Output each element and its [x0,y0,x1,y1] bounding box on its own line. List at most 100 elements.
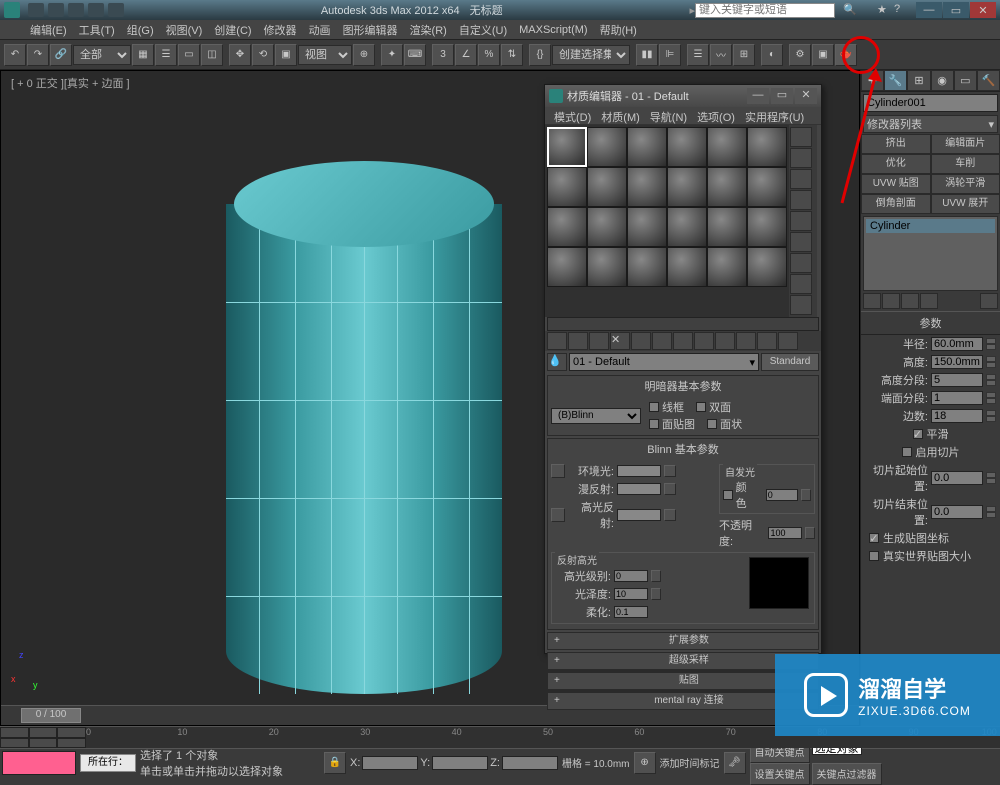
go-parent-button[interactable] [757,332,777,350]
reset-map-button[interactable]: ✕ [610,332,630,350]
menu-create[interactable]: 创建(C) [208,22,257,38]
key-mode-button[interactable]: 🗝 [724,752,746,774]
select-by-mat-button[interactable] [790,274,812,294]
coord-z-input[interactable] [502,756,558,770]
mat-slot[interactable] [667,247,707,287]
mat-slot[interactable] [547,167,587,207]
background-button[interactable] [790,169,812,189]
lock-selection-button[interactable]: 🔒 [324,752,346,774]
menu-help[interactable]: 帮助(H) [594,22,643,38]
rollout-blinn-title[interactable]: Blinn 基本参数 [548,439,818,459]
facemap-checkbox[interactable] [649,419,659,429]
mat-slot[interactable] [707,127,747,167]
remove-modifier-button[interactable] [920,293,938,309]
mat-max-button[interactable]: ▭ [771,88,793,104]
tab-modify[interactable]: 🔧 [884,70,907,91]
tab-hierarchy[interactable]: ⊞ [907,70,930,91]
window-crossing-button[interactable]: ◫ [201,44,223,66]
help-icon[interactable]: ? [894,3,908,17]
mat-slot[interactable] [547,127,587,167]
select-manip-button[interactable]: ✦ [381,44,403,66]
gloss-spinner[interactable]: 10 [614,588,648,600]
time-slider-handle[interactable]: 0 / 100 [21,708,81,723]
mat-hscroll[interactable] [547,317,819,331]
align-button[interactable]: ⊫ [659,44,681,66]
options-button[interactable] [790,253,812,273]
rollout-extended[interactable]: 扩展参数 [547,632,819,650]
percent-snap-button[interactable]: % [478,44,500,66]
tab-utilities[interactable]: 🔨 [977,70,1000,91]
mirror-button[interactable]: ▮▮ [636,44,658,66]
spinner-snap-button[interactable]: ⇅ [501,44,523,66]
search-icon[interactable]: 🔍 [843,3,857,17]
menu-animation[interactable]: 动画 [303,22,337,38]
specular-map-button[interactable] [664,509,676,521]
make-preview-button[interactable] [790,232,812,252]
height-spinner[interactable]: 150.0mm [931,355,983,369]
rect-select-button[interactable]: ▭ [178,44,200,66]
stack-item-cylinder[interactable]: Cylinder [866,219,995,233]
realuv-checkbox[interactable] [869,551,879,561]
modifier-stack[interactable]: Cylinder [863,216,998,291]
tab-display[interactable]: ▭ [954,70,977,91]
mat-slot[interactable] [747,247,787,287]
mat-slot[interactable] [627,167,667,207]
show-map-button[interactable] [715,332,735,350]
make-copy-button[interactable] [631,332,651,350]
select-button[interactable]: ▦ [132,44,154,66]
viewport-label[interactable]: [ + 0 正交 ][真实 + 边面 ] [11,75,130,91]
mat-slot[interactable] [747,127,787,167]
pick-material-button[interactable]: 💧 [547,353,567,371]
menu-tools[interactable]: 工具(T) [73,22,121,38]
genuv-checkbox[interactable]: ✓ [869,533,879,543]
mat-menu-navigation[interactable]: 导航(N) [645,107,692,124]
sample-type-button[interactable] [790,127,812,147]
mod-turbosmooth[interactable]: 涡轮平滑 [931,174,1000,194]
diffuse-map-button[interactable] [664,483,676,495]
select-name-button[interactable]: ☰ [155,44,177,66]
capseg-spinner[interactable]: 1 [931,391,983,405]
mat-slot[interactable] [627,207,667,247]
qat-btn[interactable] [88,3,104,17]
ref-coord-system[interactable]: 视图 [298,45,352,65]
sample-uv-button[interactable] [790,190,812,210]
mat-slot[interactable] [547,207,587,247]
faceted-checkbox[interactable] [707,419,717,429]
schematic-button[interactable]: ⊞ [733,44,755,66]
undo-button[interactable]: ↶ [4,44,26,66]
make-unique-button[interactable] [652,332,672,350]
radius-spinner[interactable]: 60.0mm [931,337,983,351]
ambient-color[interactable] [617,465,661,477]
heightseg-spinner[interactable]: 5 [931,373,983,387]
mat-id-button[interactable] [694,332,714,350]
put-to-lib-button[interactable] [673,332,693,350]
material-type-button[interactable]: Standard [761,353,819,371]
material-name-input[interactable]: 01 - Default▾ [569,353,759,371]
rendered-frame-button[interactable]: ▣ [812,44,834,66]
mat-slot[interactable] [587,207,627,247]
snap-button[interactable]: 3 [432,44,454,66]
tab-motion[interactable]: ◉ [931,70,954,91]
qat-btn[interactable] [48,3,64,17]
minimize-button[interactable]: — [916,2,942,18]
mat-close-button[interactable]: ✕ [795,88,817,104]
named-selset[interactable]: 创建选择集 [552,45,630,65]
menu-views[interactable]: 视图(V) [160,22,209,38]
mat-titlebar[interactable]: 材质编辑器 - 01 - Default — ▭ ✕ [545,85,821,107]
edit-selset-button[interactable]: {} [529,44,551,66]
mat-slot[interactable] [627,127,667,167]
scale-button[interactable]: ▣ [275,44,297,66]
slice-checkbox[interactable] [902,447,912,457]
opacity-spinner[interactable]: 100 [768,527,802,539]
qat-btn[interactable] [68,3,84,17]
link-button[interactable]: 🔗 [50,44,72,66]
angle-snap-button[interactable]: ∠ [455,44,477,66]
mat-slot[interactable] [747,167,787,207]
menu-maxscript[interactable]: MAXScript(M) [513,24,593,36]
qat-btn[interactable] [108,3,124,17]
put-to-scene-button[interactable] [568,332,588,350]
rollout-params-title[interactable]: 参数 [861,311,1000,335]
mat-slot[interactable] [547,247,587,287]
move-button[interactable]: ✥ [229,44,251,66]
mat-menu-options[interactable]: 选项(O) [692,107,740,124]
